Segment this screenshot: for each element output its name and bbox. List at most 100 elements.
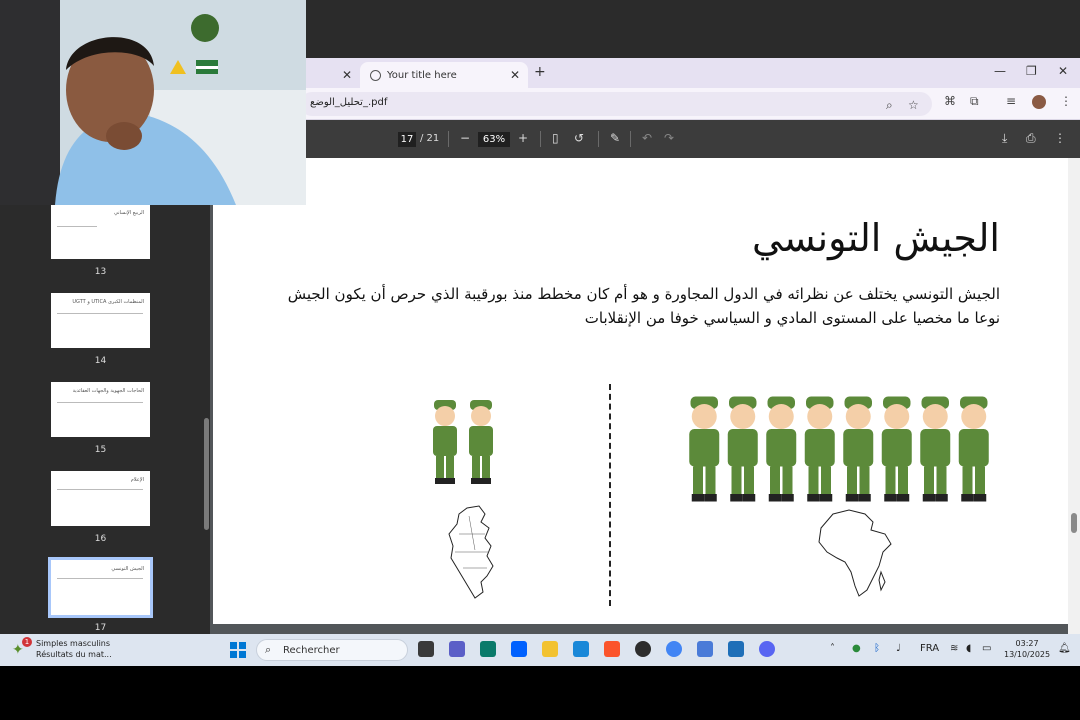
- soldier-figure: [433, 400, 457, 484]
- obs-icon[interactable]: [635, 641, 651, 657]
- thumbnail-label: 16: [94, 534, 107, 544]
- dashed-divider: [609, 384, 611, 606]
- thumbnail-title: الربيع الإنساني: [114, 210, 144, 216]
- language-indicator[interactable]: FRA: [920, 643, 939, 654]
- news-title: Simples masculins: [36, 639, 111, 648]
- thumbnail-label: 15: [94, 445, 107, 455]
- app-icon[interactable]: [697, 641, 713, 657]
- thumbnail-label: 13: [94, 267, 107, 277]
- thumbnail-title: الإعلام: [130, 477, 144, 483]
- menu-kebab-icon[interactable]: ⋮: [1060, 94, 1072, 108]
- rotate-icon[interactable]: ↺: [574, 131, 584, 145]
- zoom-out-icon[interactable]: −: [460, 131, 470, 145]
- undo-icon[interactable]: ↶: [642, 131, 652, 145]
- media-icon[interactable]: ≡: [1006, 94, 1016, 108]
- page-number-input[interactable]: 17: [398, 132, 416, 147]
- zoom-in-icon[interactable]: +: [518, 131, 528, 145]
- clock[interactable]: 03:27 13/10/2025: [1004, 638, 1050, 660]
- toolbar-divider: [630, 131, 631, 147]
- thumbnail-art: [57, 402, 143, 403]
- thumbnail-label: 17: [94, 623, 107, 633]
- pdf-page: الجيش التونسي الجيش التونسي يختلف عن نظر…: [213, 158, 1068, 624]
- close-tab-icon[interactable]: ✕: [342, 68, 352, 82]
- soldier-figure: [804, 396, 835, 502]
- main-scrollbar[interactable]: [1068, 158, 1080, 634]
- sidebar-scrollbar[interactable]: [202, 158, 210, 634]
- browser-tab-active[interactable]: Your title here ✕: [360, 62, 528, 88]
- app-icon[interactable]: [480, 641, 496, 657]
- task-view-icon[interactable]: [418, 641, 434, 657]
- annotate-icon[interactable]: ✎: [610, 131, 620, 145]
- fit-page-icon[interactable]: ▯: [552, 131, 559, 145]
- wifi-icon[interactable]: ≋: [950, 643, 958, 654]
- redo-icon[interactable]: ↷: [664, 131, 674, 145]
- thumbnail-15[interactable]: الحاجات الجهوية والجهات العقائدية: [51, 382, 150, 437]
- thumbnail-16[interactable]: الإعلام: [51, 471, 150, 526]
- battery-icon[interactable]: ▭: [982, 643, 991, 654]
- soldier-figure: [920, 396, 951, 502]
- bookmark-star-icon[interactable]: ☆: [908, 98, 919, 112]
- soldier-figure: [881, 396, 912, 502]
- zoom-input[interactable]: 63%: [478, 132, 510, 147]
- news-subtitle: Résultats du mat...: [36, 650, 112, 659]
- thumbnail-art: [57, 226, 97, 227]
- thumbnail-14[interactable]: UGTT و UTICA المنظمات الكبرى: [51, 293, 150, 348]
- volume-icon[interactable]: ◖: [966, 643, 971, 654]
- slide-body-text: الجيش التونسي يختلف عن نظرائه في الدول ا…: [287, 285, 1000, 327]
- thumbnail-art: [57, 313, 143, 314]
- africa-map-outline: [818, 509, 892, 597]
- chrome-icon[interactable]: [666, 641, 682, 657]
- translate-icon[interactable]: ⌘: [944, 94, 956, 108]
- tray-app-icon[interactable]: ●: [852, 643, 861, 654]
- extensions-icon[interactable]: ⧉: [970, 94, 979, 109]
- news-widget[interactable]: Simples masculins Résultats du mat...: [36, 638, 112, 660]
- clock-time: 03:27: [1015, 639, 1039, 648]
- thumbnail-label: 14: [94, 356, 107, 366]
- thumbnail-art: [57, 489, 143, 490]
- file-explorer-icon[interactable]: [542, 641, 558, 657]
- minimize-button[interactable]: —: [994, 64, 1006, 78]
- profile-avatar[interactable]: [1032, 95, 1046, 109]
- search-placeholder: Rechercher: [283, 645, 340, 656]
- close-window-button[interactable]: ✕: [1058, 64, 1068, 78]
- toolbar-divider: [448, 131, 449, 147]
- app-icon[interactable]: [728, 641, 744, 657]
- close-tab-icon[interactable]: ✕: [510, 68, 520, 82]
- bluetooth-icon[interactable]: ᛒ: [874, 643, 880, 654]
- soldier-figure: [958, 396, 989, 502]
- restore-button[interactable]: ❐: [1026, 64, 1037, 78]
- taskbar: ✦ 1 Simples masculins Résultats du mat..…: [0, 634, 1080, 666]
- sidebar-scroll-thumb[interactable]: [204, 418, 209, 530]
- globe-icon: [370, 69, 381, 81]
- microphone-icon[interactable]: ♩: [896, 643, 901, 654]
- main-scroll-thumb[interactable]: [1071, 513, 1077, 533]
- taskbar-search[interactable]: ⌕ Rechercher: [256, 639, 408, 661]
- zoom-icon[interactable]: ⌕: [886, 98, 893, 113]
- notification-bell-icon[interactable]: 🔔︎: [1058, 643, 1071, 654]
- new-tab-button[interactable]: +: [534, 64, 546, 80]
- teams-icon[interactable]: [449, 641, 465, 657]
- toolbar-divider: [540, 131, 541, 147]
- thumbnail-17[interactable]: الجيش التونسي: [48, 557, 153, 618]
- url-text[interactable]: تحليل_الوضع_.pdf: [310, 97, 387, 108]
- toolbar-divider: [598, 131, 599, 147]
- omnibox[interactable]: تحليل_الوضع_.pdf ⌕ ☆: [300, 92, 932, 116]
- thumbnail-13[interactable]: الربيع الإنساني: [51, 204, 150, 259]
- remote-desktop-icon[interactable]: [573, 641, 589, 657]
- browser-tab-previous[interactable]: ✕: [300, 62, 360, 88]
- tunisia-map-outline: [448, 505, 494, 599]
- tray-chevron-icon[interactable]: ˄: [830, 643, 835, 654]
- thumbnail-title: الجيش التونسي: [111, 566, 144, 572]
- brave-icon[interactable]: [604, 641, 620, 657]
- windows-start-icon[interactable]: [230, 642, 246, 658]
- discord-icon[interactable]: [759, 641, 775, 657]
- print-icon[interactable]: ⎙: [1026, 131, 1036, 146]
- soldier-group-small: [433, 400, 493, 484]
- dropbox-icon[interactable]: [511, 641, 527, 657]
- soldier-figure: [469, 400, 493, 484]
- pdf-viewer: الجيش التونسي الجيش التونسي يختلف عن نظر…: [210, 158, 1070, 634]
- tab-title: Your title here: [387, 69, 457, 81]
- download-icon[interactable]: ⤓: [1002, 131, 1007, 146]
- more-options-icon[interactable]: ⋮: [1054, 131, 1066, 145]
- soldier-group-large: [689, 396, 989, 502]
